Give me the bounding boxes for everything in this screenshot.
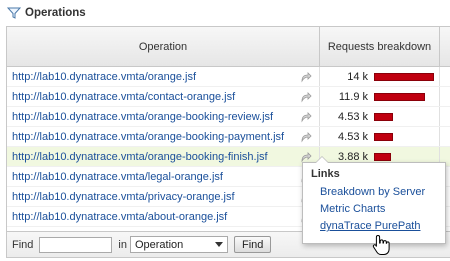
drilldown-arrow-icon[interactable] xyxy=(300,111,312,123)
table-header: Operation Requests breakdown xyxy=(7,27,450,67)
link-breakdown-by-server[interactable]: Breakdown by Server xyxy=(320,186,437,198)
drilldown-arrow-icon[interactable] xyxy=(300,71,312,83)
popup-title: Links xyxy=(311,168,340,180)
drilldown-arrow-icon[interactable] xyxy=(300,91,312,103)
requests-bar xyxy=(374,72,434,81)
operation-link[interactable]: http://lab10.dynatrace.vmta/legal-orange… xyxy=(12,171,223,183)
column-header-requests-breakdown[interactable]: Requests breakdown xyxy=(320,27,440,66)
operation-cell: http://lab10.dynatrace.vmta/orange-booki… xyxy=(7,127,320,146)
find-input[interactable] xyxy=(39,236,113,253)
filter-icon xyxy=(7,7,21,19)
table-row[interactable]: http://lab10.dynatrace.vmta/orange-booki… xyxy=(7,127,450,147)
find-button[interactable]: Find xyxy=(233,236,272,253)
requests-bar xyxy=(374,152,391,161)
requests-value: 14 k xyxy=(347,70,368,83)
in-label: in xyxy=(118,238,127,251)
find-scope-select[interactable]: Operation xyxy=(129,236,228,253)
drilldown-arrow-icon[interactable] xyxy=(300,131,312,143)
requests-bar xyxy=(374,92,425,101)
requests-cell: 4.53 k xyxy=(320,127,440,146)
table-row[interactable]: http://lab10.dynatrace.vmta/orange-booki… xyxy=(7,107,450,127)
table-row[interactable]: http://lab10.dynatrace.vmta/contact-oran… xyxy=(7,87,450,107)
hand-cursor-icon xyxy=(372,234,390,255)
operation-cell: http://lab10.dynatrace.vmta/orange-booki… xyxy=(7,107,320,126)
operation-cell: http://lab10.dynatrace.vmta/orange.jsf xyxy=(7,67,320,86)
operation-cell: http://lab10.dynatrace.vmta/legal-orange… xyxy=(7,167,320,186)
link-dynatrace-purepath[interactable]: dynaTrace PurePath xyxy=(320,220,437,232)
operation-cell: http://lab10.dynatrace.vmta/about-orange… xyxy=(7,207,320,226)
find-label: Find xyxy=(12,238,34,251)
column-header-operation[interactable]: Operation xyxy=(7,27,320,66)
table-row[interactable]: http://lab10.dynatrace.vmta/orange.jsf 14… xyxy=(7,67,450,87)
popup-arrow xyxy=(315,156,329,163)
requests-bar xyxy=(374,112,393,121)
requests-value: 11.9 k xyxy=(338,90,368,103)
operation-link[interactable]: http://lab10.dynatrace.vmta/orange-booki… xyxy=(12,111,273,123)
requests-cell: 14 k xyxy=(320,67,440,86)
operation-link[interactable]: http://lab10.dynatrace.vmta/contact-oran… xyxy=(12,91,235,103)
operation-cell: http://lab10.dynatrace.vmta/orange-booki… xyxy=(7,147,320,166)
operation-link[interactable]: http://lab10.dynatrace.vmta/about-orange… xyxy=(12,211,227,223)
operation-link[interactable]: http://lab10.dynatrace.vmta/orange-booki… xyxy=(12,151,268,163)
operation-cell: http://lab10.dynatrace.vmta/privacy-oran… xyxy=(7,187,320,206)
requests-bar xyxy=(374,132,393,141)
requests-value: 4.53 k xyxy=(338,110,368,123)
requests-value: 4.53 k xyxy=(338,130,368,143)
requests-cell: 4.53 k xyxy=(320,107,440,126)
link-metric-charts[interactable]: Metric Charts xyxy=(320,203,437,215)
panel-header: Operations xyxy=(0,0,450,26)
requests-cell: 11.9 k xyxy=(320,87,440,106)
operation-link[interactable]: http://lab10.dynatrace.vmta/orange.jsf xyxy=(12,71,196,83)
operation-link[interactable]: http://lab10.dynatrace.vmta/orange-booki… xyxy=(12,131,284,143)
operation-link[interactable]: http://lab10.dynatrace.vmta/privacy-oran… xyxy=(12,191,235,203)
find-scope-value: Operation xyxy=(134,238,184,251)
panel-title: Operations xyxy=(25,7,86,19)
chevron-down-icon xyxy=(214,242,223,247)
operation-cell: http://lab10.dynatrace.vmta/contact-oran… xyxy=(7,87,320,106)
links-popup: Links Breakdown by Server Metric Charts … xyxy=(302,156,446,244)
